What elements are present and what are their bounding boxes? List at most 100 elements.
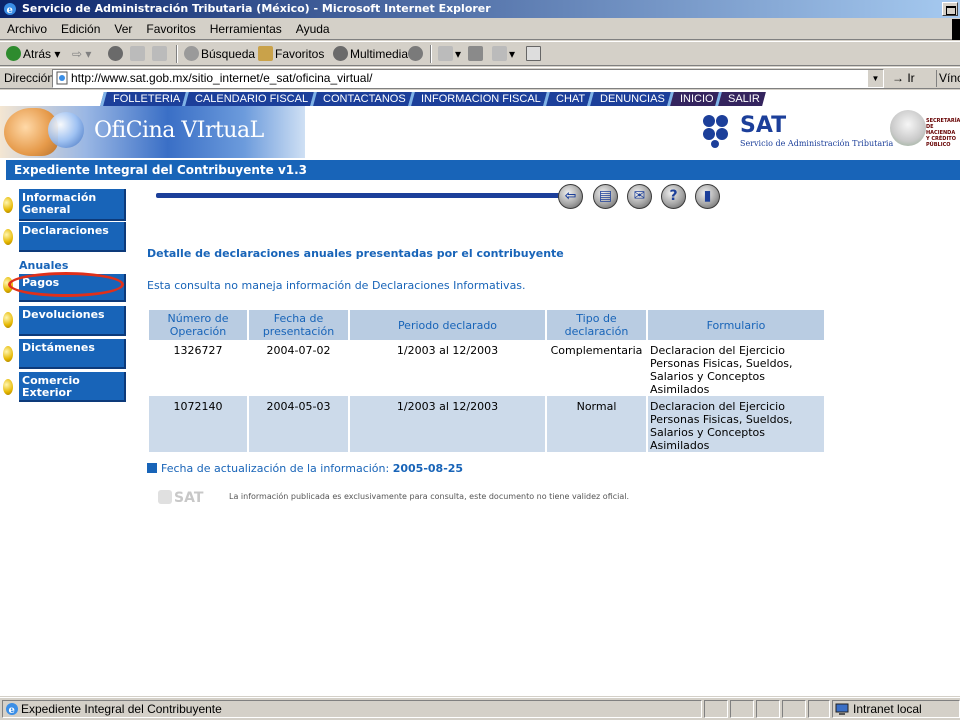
nav-informacion-fiscal[interactable]: INFORMACION FISCAL [408,92,547,106]
links-button[interactable]: Vínculos [936,70,960,87]
print-icon[interactable]: ▤ [593,184,618,209]
print-icon [468,46,483,61]
cell-fecha-presentacion: 2004-05-03 [249,396,348,452]
sat-dots-icon [158,490,172,504]
back-button[interactable]: Atrás ▾ [6,44,60,64]
sidebar-section-anuales[interactable]: Anuales [19,259,68,272]
status-text: Expediente Integral del Contribuyente [21,702,222,716]
menu-edicion[interactable]: Edición [54,19,107,40]
status-text-panel: e Expediente Integral del Contribuyente [2,700,702,718]
status-bar: e Expediente Integral del Contribuyente … [0,697,960,720]
menu-ver[interactable]: Ver [107,19,139,40]
page-icon [56,71,68,85]
mail-icon[interactable]: ✉ [627,184,652,209]
nav-chat[interactable]: CHAT [542,92,591,106]
mail-button[interactable]: ▾ [438,44,461,64]
disclaimer-text: La información publicada es exclusivamen… [229,492,630,501]
address-dropdown-icon[interactable]: ▼ [867,70,883,87]
sidebar-item-declaraciones[interactable]: Declaraciones [19,222,126,252]
cell-periodo-declarado: 1/2003 al 12/2003 [396,344,499,357]
address-bar: Dirección http://www.sat.gob.mx/sitio_in… [0,67,960,89]
shcp-text: SECRETARÍA DE HACIENDA Y CRÉDITO PÚBLICO [926,118,960,148]
stop-icon [108,46,123,61]
update-date-line: Fecha de actualización de la información… [147,462,463,475]
sidebar-item-informacion-general[interactable]: Información General [19,189,126,221]
menu-throbber [952,19,960,40]
security-zone-panel: Intranet local [832,700,960,718]
sidebar-item-dictamenes[interactable]: Dictámenes [19,339,126,369]
go-button[interactable]: → Ir [892,70,915,87]
page-icon: e [6,703,18,716]
square-bullet-icon [147,463,157,473]
header-formulario: Formulario [648,310,824,340]
sidebar-item-comercio-exterior[interactable]: Comercio Exterior [19,372,126,402]
home-button[interactable] [152,44,169,64]
address-label: Dirección [4,71,55,85]
forward-button[interactable]: ⇨ ▾ [72,44,91,64]
refresh-button[interactable] [130,44,147,64]
favorites-icon [258,46,273,61]
sat-logo-subtitle: Servicio de Administración Tributaria [740,139,894,148]
ie-icon: e [4,3,16,16]
discuss-button[interactable] [526,44,543,64]
exit-icon[interactable]: ▮ [695,184,720,209]
update-label: Fecha de actualización de la información… [161,462,390,475]
help-icon[interactable]: ? [661,184,686,209]
sat-dots-icon [703,115,728,148]
sidebar-item-devoluciones[interactable]: Devoluciones [19,306,126,336]
search-button[interactable]: Búsqueda [184,44,255,64]
cell-tipo-declaracion: Complementaria [550,344,643,357]
header-fecha-presentacion: Fecha de presentación [249,310,348,340]
menu-bar: Archivo Edición Ver Favoritos Herramientas Ay… [0,19,960,40]
highlight-circle [8,272,124,297]
bullet-icon [3,312,13,328]
nav-folleteria[interactable]: FOLLETERIA [100,92,187,106]
nav-inicio[interactable]: INICIO [666,92,720,106]
edit-button[interactable]: ▾ [492,44,515,64]
menu-herramientas[interactable]: Herramientas [203,19,289,40]
nav-calendario-fiscal[interactable]: CALENDARIO FISCAL [182,92,315,106]
multimedia-button[interactable]: Multimedia [333,44,408,64]
back-icon[interactable]: ⇦ [558,184,583,209]
table-header-row: Número de Operación Fecha de presentació… [149,310,824,340]
menu-ayuda[interactable]: Ayuda [289,19,337,40]
cell-fecha-presentacion: 2004-07-02 [266,344,331,357]
discuss-icon [526,46,541,61]
mail-icon [438,46,453,61]
browser-window: e Servicio de Administración Tributaria … [0,0,960,720]
bullet-icon [3,197,13,213]
page-viewport: FOLLETERIA CALENDARIO FISCAL CONTACTANOS… [0,90,960,696]
multimedia-icon [333,46,348,61]
svg-text:e: e [7,5,13,16]
oficina-virtual-logo: OfiCina VIrtuaL [94,118,264,143]
table-row: 1072140 2004-05-03 1/2003 al 12/2003 Nor… [149,396,824,452]
update-date: 2005-08-25 [392,462,464,475]
stop-button[interactable] [108,44,125,64]
nav-denuncias[interactable]: DENUNCIAS [587,92,671,106]
print-button[interactable] [468,44,485,64]
toolbar-separator [176,45,178,63]
history-button[interactable] [408,44,425,64]
cell-tipo-declaracion: Normal [547,396,646,452]
menu-archivo[interactable]: Archivo [0,19,54,40]
status-cell [756,700,780,718]
header-tipo-declaracion: Tipo de declaración [547,310,646,340]
toolbar-separator [430,45,432,63]
oficina-virtual-banner: OfiCina VIrtuaL [0,106,305,158]
content-note: Esta consulta no maneja información de D… [147,279,526,292]
status-cell [730,700,754,718]
nav-salir[interactable]: SALIR [715,92,767,106]
favorites-button[interactable]: Favoritos [258,44,324,64]
nav-contactanos[interactable]: CONTACTANOS [310,92,412,106]
address-input[interactable]: http://www.sat.gob.mx/sitio_internet/e_s… [52,69,884,88]
address-url: http://www.sat.gob.mx/sitio_internet/e_s… [71,71,373,85]
intranet-icon [835,703,849,715]
bullet-icon [3,229,13,245]
menu-favoritos[interactable]: Favoritos [139,19,202,40]
cell-numero-operacion: 1072140 [149,396,247,452]
cell-numero-operacion: 1326727 [173,344,223,357]
maximize-button[interactable] [942,2,958,16]
bullet-icon [3,379,13,395]
back-arrow-icon [6,46,21,61]
sat-logo-text: SAT [740,113,787,138]
